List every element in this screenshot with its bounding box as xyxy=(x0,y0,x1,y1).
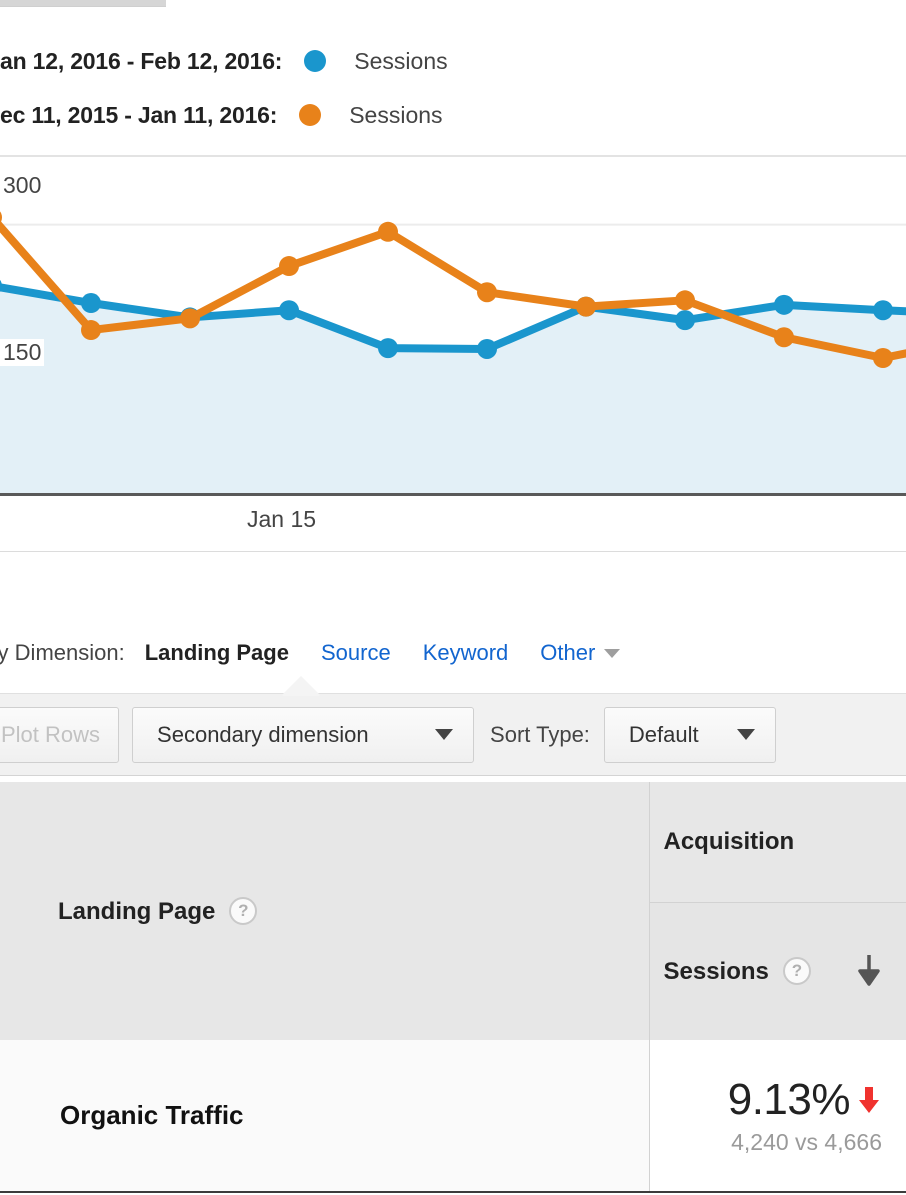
group-header-label: Acquisition xyxy=(664,828,795,855)
chevron-down-icon[interactable] xyxy=(604,649,620,658)
landing-page-table: Landing Page? Acquisition Sessions? Orga… xyxy=(0,782,906,1193)
trend-down-arrow-icon xyxy=(856,1085,882,1115)
chart-x-axis: Jan 15 xyxy=(0,496,906,552)
chart-plot-area[interactable]: 300 150 xyxy=(0,155,906,496)
column-header-landing-page[interactable]: Landing Page? xyxy=(0,782,649,1040)
legend-row[interactable]: ec 11, 2015 - Jan 11, 2016: Sessions xyxy=(0,88,906,142)
secondary-dimension-dropdown[interactable]: Secondary dimension xyxy=(132,707,474,763)
plot-rows-label: Plot Rows xyxy=(1,722,100,748)
row-sessions-cell: 9.13% 4,240 vs 4,666 xyxy=(649,1040,906,1192)
dimension-tab-source[interactable]: Source xyxy=(321,640,391,666)
y-axis-tick-150: 150 xyxy=(0,339,44,366)
legend-date-range: an 12, 2016 - Feb 12, 2016: xyxy=(0,48,282,75)
sessions-comparison-text: 4,240 vs 4,666 xyxy=(650,1129,883,1156)
column-group-header-acquisition: Acquisition xyxy=(649,782,906,902)
table-row[interactable]: Organic Traffic 9.13% 4,240 vs 4,666 xyxy=(0,1040,906,1192)
legend-metric-label: Sessions xyxy=(349,102,442,129)
sort-type-value: Default xyxy=(629,722,699,748)
primary-dimension-bar: ary Dimension: Landing Page Source Keywo… xyxy=(0,622,906,684)
sort-type-label: Sort Type: xyxy=(490,722,590,748)
help-icon[interactable]: ? xyxy=(783,957,811,985)
active-dimension-caret-icon xyxy=(282,676,320,695)
sort-type-dropdown[interactable]: Default xyxy=(604,707,776,763)
row-landing-page-value[interactable]: Organic Traffic xyxy=(0,1040,649,1192)
column-header-sessions[interactable]: Sessions? xyxy=(649,902,906,1040)
legend-row[interactable]: an 12, 2016 - Feb 12, 2016: Sessions xyxy=(0,34,906,88)
legend-color-dot-primary xyxy=(304,50,326,72)
dimension-tab-other[interactable]: Other xyxy=(540,640,595,666)
help-icon[interactable]: ? xyxy=(229,897,257,925)
top-tab-strip xyxy=(0,0,166,7)
column-header-label: Landing Page xyxy=(58,898,215,925)
plot-rows-button[interactable]: Plot Rows xyxy=(0,707,119,763)
primary-dimension-label: ary Dimension: xyxy=(0,640,125,666)
secondary-dimension-label: Secondary dimension xyxy=(157,722,369,748)
dimension-tab-keyword[interactable]: Keyword xyxy=(423,640,509,666)
table-toolbar: Plot Rows Secondary dimension Sort Type:… xyxy=(0,693,906,776)
sort-descending-arrow-icon[interactable] xyxy=(856,954,882,988)
dimension-tab-landing-page[interactable]: Landing Page xyxy=(145,640,289,666)
sessions-line-chart[interactable]: 300 150 Jan 15 xyxy=(0,155,906,555)
sessions-percent-line: 9.13% xyxy=(650,1075,883,1125)
y-axis-tick-300: 300 xyxy=(0,172,44,199)
legend-metric-label: Sessions xyxy=(354,48,447,75)
chart-legend: an 12, 2016 - Feb 12, 2016: Sessions ec … xyxy=(0,34,906,142)
chevron-down-icon xyxy=(435,729,453,740)
metric-header-label: Sessions xyxy=(664,958,769,985)
x-axis-tick-label: Jan 15 xyxy=(247,506,316,533)
table-header-group-row: Landing Page? Acquisition xyxy=(0,782,906,902)
chevron-down-icon xyxy=(737,729,755,740)
sessions-percent-value: 9.13% xyxy=(728,1075,850,1125)
chart-svg xyxy=(0,157,906,495)
legend-color-dot-comparison xyxy=(299,104,321,126)
legend-date-range: ec 11, 2015 - Jan 11, 2016: xyxy=(0,102,277,129)
